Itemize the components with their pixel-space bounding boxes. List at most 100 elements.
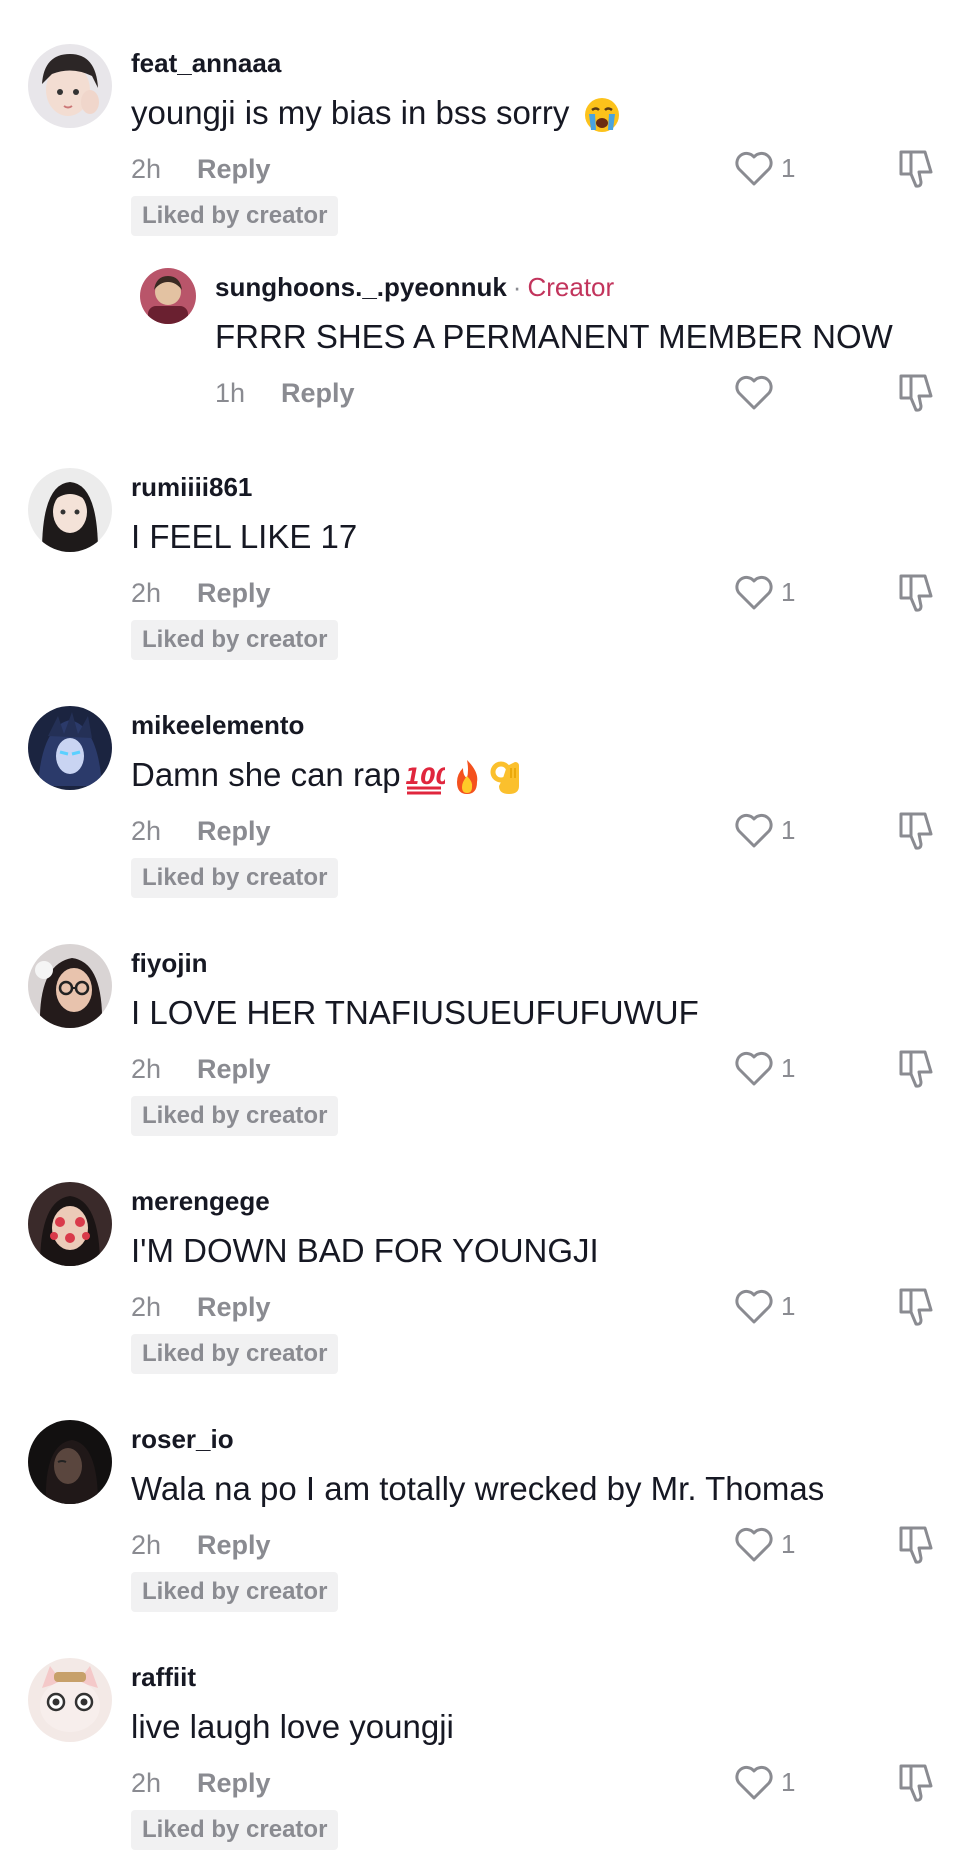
like-count: 1 — [781, 1052, 796, 1083]
comment-item: mikeelemento Damn she can rap 100 2h Repl… — [0, 706, 960, 906]
username[interactable]: fiyojin — [131, 948, 208, 979]
like-button[interactable] — [733, 370, 775, 414]
dislike-button[interactable] — [897, 146, 937, 190]
like-count: 1 — [781, 1766, 796, 1797]
username[interactable]: raffiit — [131, 1662, 196, 1693]
heart-outline-icon — [735, 1527, 773, 1562]
like-count: 1 — [781, 576, 796, 607]
like-button[interactable]: 1 — [733, 1522, 795, 1566]
username[interactable]: roser_io — [131, 1424, 234, 1455]
avatar[interactable] — [28, 1420, 112, 1504]
ok-hand-icon — [489, 758, 525, 796]
like-button[interactable]: 1 — [733, 1284, 795, 1328]
comment-item: feat_annaaa youngji is my bias in bss so… — [0, 44, 960, 244]
thumbs-down-icon — [899, 574, 933, 612]
avatar[interactable] — [28, 1182, 112, 1266]
heart-outline-icon — [735, 1289, 773, 1324]
username[interactable]: merengege — [131, 1186, 270, 1217]
timestamp: 2h — [131, 1768, 162, 1798]
comment-item: roser_io Wala na po I am totally wrecked… — [0, 1420, 960, 1620]
liked-by-creator-badge: Liked by creator — [131, 858, 339, 898]
avatar[interactable] — [28, 1658, 112, 1742]
separator: · — [512, 272, 522, 302]
dislike-button[interactable] — [897, 808, 937, 852]
creator-label: Creator — [527, 272, 615, 302]
thumbs-down-icon — [899, 1288, 933, 1326]
timestamp: 1h — [215, 378, 246, 408]
reply-button[interactable]: Reply — [197, 1054, 271, 1084]
reply-button[interactable]: Reply — [197, 154, 271, 184]
dislike-button[interactable] — [897, 570, 937, 614]
reply-button[interactable]: Reply — [281, 378, 355, 408]
reply-button[interactable]: Reply — [197, 1530, 271, 1560]
heart-outline-icon — [735, 813, 773, 848]
reply-button[interactable]: Reply — [197, 816, 271, 846]
like-button[interactable]: 1 — [733, 1046, 795, 1090]
like-button[interactable]: 1 — [733, 146, 795, 190]
comment-text: Wala na po I am totally wrecked by Mr. T… — [131, 1470, 825, 1507]
comment-text: live laugh love youngji — [131, 1708, 454, 1745]
like-count: 1 — [781, 1290, 796, 1321]
comment-meta: 2h Reply — [131, 1292, 271, 1323]
reply-meta: 1h Reply — [215, 378, 355, 409]
thumbs-down-icon — [899, 812, 933, 850]
fire-icon — [449, 758, 485, 796]
comment-meta: 2h Reply — [131, 154, 271, 185]
heart-outline-icon — [735, 1765, 773, 1800]
reply-button[interactable]: Reply — [197, 1768, 271, 1798]
dislike-button[interactable] — [897, 1046, 937, 1090]
like-button[interactable]: 1 — [733, 808, 795, 852]
heart-outline-icon — [735, 1051, 773, 1086]
like-count: 1 — [781, 814, 796, 845]
comment-meta: 2h Reply — [131, 578, 271, 609]
comment-meta: 2h Reply — [131, 1768, 271, 1799]
username[interactable]: mikeelemento — [131, 710, 304, 741]
timestamp: 2h — [131, 1292, 162, 1322]
thumbs-down-icon — [899, 1526, 933, 1564]
username: sunghoons._.pyeonnuk · Creator — [215, 272, 615, 302]
comment-item: fiyojin I LOVE HER TNAFIUSUEUFUFUWUF 2h R… — [0, 944, 960, 1144]
like-count: 1 — [781, 152, 796, 183]
dislike-button[interactable] — [897, 1284, 937, 1328]
comment-text: I'M DOWN BAD FOR YOUNGJI — [131, 1232, 599, 1269]
avatar[interactable] — [140, 268, 196, 324]
timestamp: 2h — [131, 1054, 162, 1084]
reply-button[interactable]: Reply — [197, 578, 271, 608]
avatar[interactable] — [28, 468, 112, 552]
dislike-button[interactable] — [897, 370, 937, 414]
liked-by-creator-badge: Liked by creator — [131, 620, 339, 660]
avatar[interactable] — [28, 706, 112, 790]
liked-by-creator-badge: Liked by creator — [131, 1572, 339, 1612]
thumbs-down-icon — [899, 374, 933, 412]
reply-text: FRRR SHES A PERMANENT MEMBER NOW — [215, 318, 893, 355]
comment-meta: 2h Reply — [131, 816, 271, 847]
thumbs-down-icon — [899, 1050, 933, 1088]
comment-text: youngji is my bias in bss sorry — [131, 94, 621, 134]
reply-button[interactable]: Reply — [197, 1292, 271, 1322]
like-button[interactable]: 1 — [733, 1760, 795, 1804]
like-count: 1 — [781, 1528, 796, 1559]
loudly-crying-face-icon — [583, 96, 621, 134]
reply-item: sunghoons._.pyeonnuk · Creator FRRR SHES A… — [0, 268, 960, 438]
like-button[interactable]: 1 — [733, 570, 795, 614]
avatar[interactable] — [28, 44, 112, 128]
comment-meta: 2h Reply — [131, 1054, 271, 1085]
avatar[interactable] — [28, 944, 112, 1028]
comment-item: rumiiii861 I FEEL LIKE 17 2h Reply 1 Like… — [0, 468, 960, 668]
heart-outline-icon — [735, 575, 773, 610]
timestamp: 2h — [131, 1530, 162, 1560]
comment-text: I LOVE HER TNAFIUSUEUFUFUWUF — [131, 994, 699, 1031]
username[interactable]: feat_annaaa — [131, 48, 281, 79]
liked-by-creator-badge: Liked by creator — [131, 1810, 339, 1850]
hundred-points-icon: 100 — [405, 758, 445, 796]
comment-item: raffiit live laugh love youngji 2h Reply … — [0, 1658, 960, 1858]
comment-text: I FEEL LIKE 17 — [131, 518, 358, 555]
timestamp: 2h — [131, 578, 162, 608]
dislike-button[interactable] — [897, 1760, 937, 1804]
timestamp: 2h — [131, 816, 162, 846]
heart-outline-icon — [735, 151, 773, 186]
username[interactable]: rumiiii861 — [131, 472, 252, 503]
timestamp: 2h — [131, 154, 162, 184]
dislike-button[interactable] — [897, 1522, 937, 1566]
comment-text: Damn she can rap 100 — [131, 756, 525, 796]
